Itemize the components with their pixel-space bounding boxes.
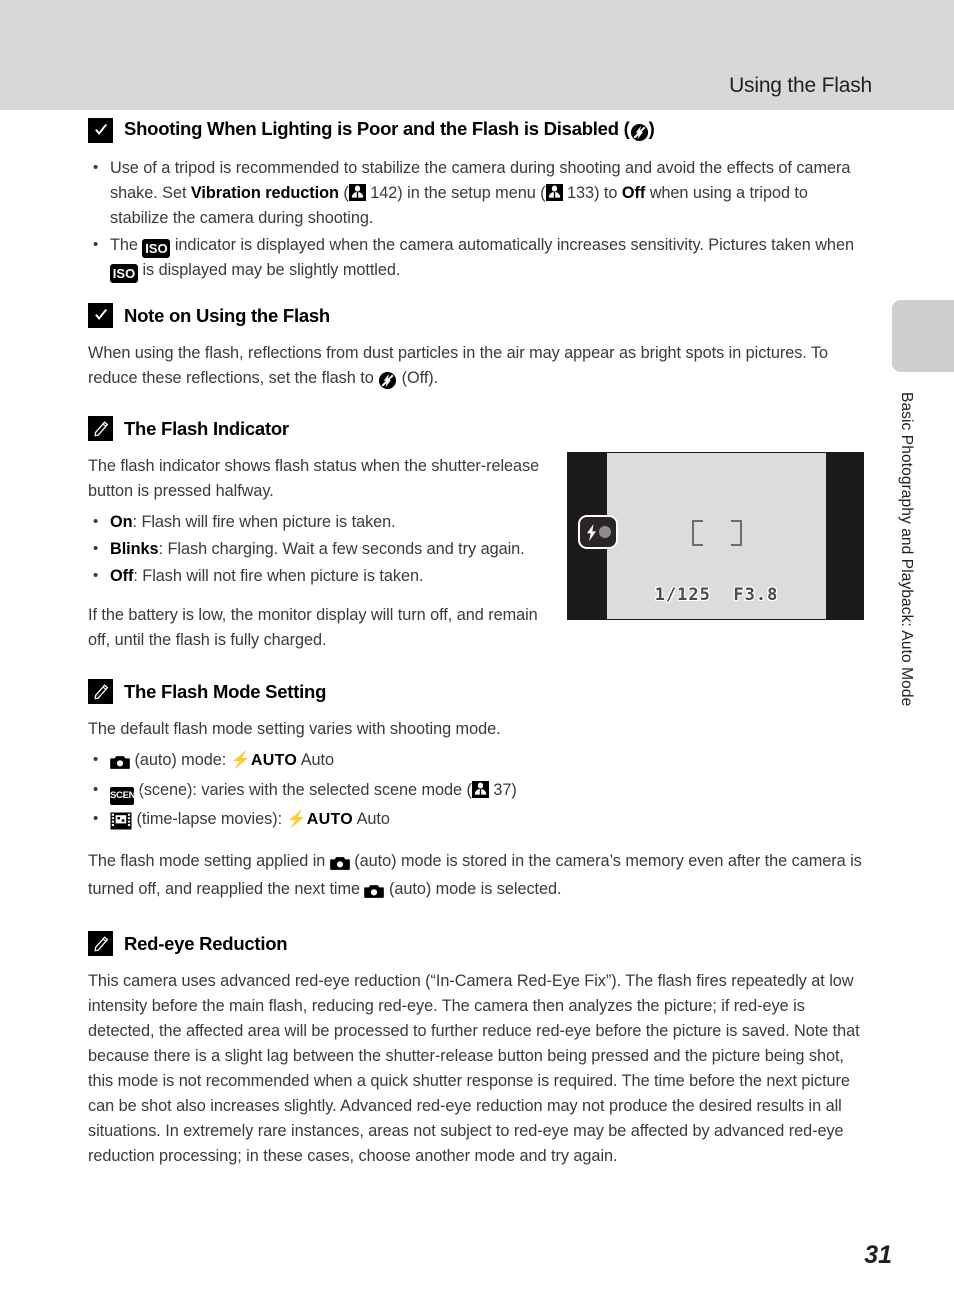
note-on-using-flash-body: When using the flash, reflections from d… <box>88 341 868 394</box>
section-title: Red-eye Reduction <box>124 932 288 954</box>
iso-indicator-icon: ISO <box>142 239 171 258</box>
warning-check-icon <box>88 303 113 328</box>
bullet-list-flash-indicator: On: Flash will fire when picture is take… <box>88 509 558 589</box>
flash-off-icon <box>630 121 649 143</box>
af-area-bracket-icon <box>691 519 742 546</box>
iso-indicator-icon: ISO <box>110 264 138 283</box>
red-eye-reduction-body: This camera uses advanced red-eye reduct… <box>88 972 860 1165</box>
page-header-band: Using the Flash <box>0 0 954 110</box>
section-title: The Flash Mode Setting <box>124 680 327 702</box>
bullet-list-shooting-poor: Use of a tripod is recommended to stabil… <box>88 155 868 283</box>
scene-icon: SCENE <box>110 787 142 805</box>
camera-auto-icon <box>364 880 385 905</box>
list-item: Use of a tripod is recommended to stabil… <box>88 155 868 231</box>
camera-auto-icon <box>329 852 350 877</box>
exposure-readout: 1/125 F3.8 <box>607 585 826 605</box>
aperture-value: F3.8 <box>733 585 779 605</box>
section-heading-the-flash-indicator: The Flash Indicator <box>88 416 868 441</box>
pencil-note-icon <box>88 679 113 704</box>
warning-check-icon <box>88 118 113 143</box>
list-item: Off: Flash will not fire when picture is… <box>88 563 558 589</box>
chapter-tab <box>892 300 954 372</box>
flash-auto-icon: ⚡AUTO <box>286 811 353 828</box>
list-item: Blinks: Flash charging. Wait a few secon… <box>88 536 558 562</box>
section-title: Note on Using the Flash <box>124 304 330 326</box>
pencil-note-icon <box>88 931 113 956</box>
list-item: (auto) mode: ⚡AUTO Auto <box>88 747 868 776</box>
camera-monitor-figure: 1/125 F3.8 <box>567 452 864 620</box>
pencil-note-icon <box>88 416 113 441</box>
list-item: The ISO indicator is displayed when the … <box>88 232 868 283</box>
time-lapse-movie-icon <box>110 810 132 835</box>
list-item: SCENE (scene): varies with the selected … <box>88 777 868 805</box>
section-heading-the-flash-mode-setting: The Flash Mode Setting <box>88 679 868 704</box>
list-item: On: Flash will fire when picture is take… <box>88 509 558 535</box>
flash-indicator-outro: If the battery is low, the monitor displ… <box>88 606 538 649</box>
flash-auto-icon: ⚡AUTO <box>230 752 298 769</box>
camera-auto-icon <box>110 751 130 776</box>
list-item: (time-lapse movies): ⚡AUTO Auto <box>88 806 868 835</box>
page-reference-icon <box>471 781 489 798</box>
section-title: The Flash Indicator <box>124 417 289 439</box>
page-title: Using the Flash <box>729 74 872 97</box>
flash-ready-indicator-icon <box>578 515 618 549</box>
page-content: Shooting When Lighting is Poor and the F… <box>88 118 868 1183</box>
flash-off-icon <box>378 369 397 394</box>
indicator-dot <box>598 526 611 538</box>
shutter-speed-value: 1/125 <box>654 585 711 605</box>
page-reference-icon <box>348 184 366 201</box>
page-reference-icon <box>545 184 563 201</box>
section-heading-note-on-using-the-flash: Note on Using the Flash <box>88 303 868 328</box>
flash-mode-intro: The default flash mode setting varies wi… <box>88 720 501 738</box>
chapter-label: Basic Photography and Playback: Auto Mod… <box>898 392 915 707</box>
page-number: 31 <box>864 1241 892 1269</box>
flash-mode-outro: The flash mode setting applied in (auto)… <box>88 849 868 905</box>
flash-indicator-intro: The flash indicator shows flash status w… <box>88 457 540 500</box>
section-title: Shooting When Lighting is Poor and the F… <box>124 118 655 143</box>
monitor-screen: 1/125 F3.8 <box>607 453 826 619</box>
section-heading-red-eye-reduction: Red-eye Reduction <box>88 931 868 956</box>
section-heading-shooting-when-lighting-poor: Shooting When Lighting is Poor and the F… <box>88 118 868 143</box>
bullet-list-flash-mode: (auto) mode: ⚡AUTO Auto SCENE (scene): v… <box>88 747 868 835</box>
